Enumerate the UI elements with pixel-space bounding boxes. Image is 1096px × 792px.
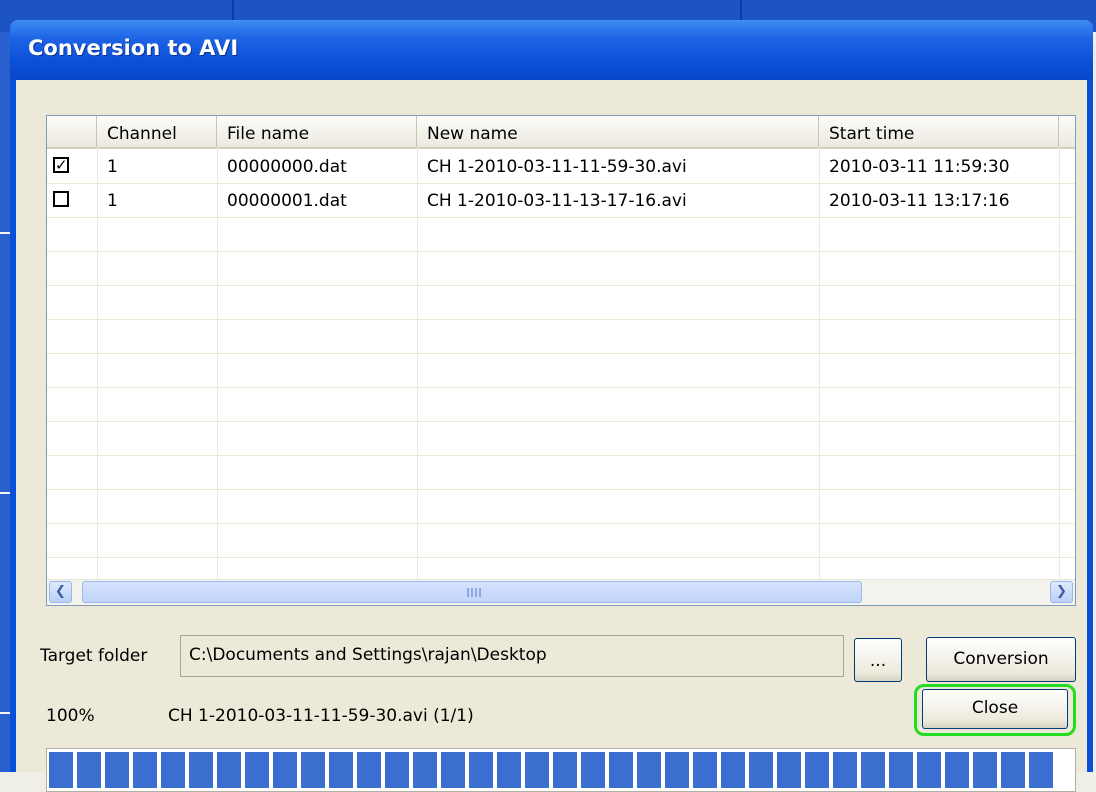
progress-block <box>777 752 801 788</box>
cell-file-name: 00000001.dat <box>227 191 347 211</box>
list-header: Channel File name New name Start time <box>47 116 1075 149</box>
progress-block <box>1029 752 1053 788</box>
progress-block <box>609 752 633 788</box>
cell-channel: 1 <box>107 191 118 211</box>
progress-bar <box>46 748 1076 792</box>
progress-percent: 100% <box>46 706 95 726</box>
progress-block <box>861 752 885 788</box>
progress-block <box>385 752 409 788</box>
progress-block <box>105 752 129 788</box>
progress-block <box>637 752 661 788</box>
progress-block <box>77 752 101 788</box>
table-row[interactable]: 1 00000001.dat CH 1-2010-03-11-13-17-16.… <box>47 183 1075 217</box>
cell-new-name: CH 1-2010-03-11-13-17-16.avi <box>427 191 687 211</box>
progress-block <box>217 752 241 788</box>
close-button[interactable]: Close <box>922 689 1068 729</box>
column-header-check[interactable] <box>47 116 97 147</box>
row-checkbox[interactable] <box>53 191 69 207</box>
chevron-left-icon[interactable]: ❮ <box>49 581 72 603</box>
progress-block <box>49 752 73 788</box>
horizontal-scrollbar[interactable]: ❮ ❯ <box>47 579 1075 605</box>
progress-file: CH 1-2010-03-11-11-59-30.avi (1/1) <box>168 706 474 726</box>
progress-block <box>833 752 857 788</box>
progress-block <box>413 752 437 788</box>
cell-start-time: 2010-03-11 11:59:30 <box>829 157 1010 177</box>
progress-block <box>245 752 269 788</box>
progress-block <box>441 752 465 788</box>
column-header-start-time[interactable]: Start time <box>819 116 1059 147</box>
title-bar[interactable]: Conversion to AVI <box>10 20 1093 80</box>
progress-block <box>273 752 297 788</box>
progress-block <box>357 752 381 788</box>
cell-new-name: CH 1-2010-03-11-11-59-30.avi <box>427 157 687 177</box>
progress-block <box>805 752 829 788</box>
table-row[interactable]: ✓ 1 00000000.dat CH 1-2010-03-11-11-59-3… <box>47 149 1075 183</box>
progress-block <box>917 752 941 788</box>
progress-block <box>553 752 577 788</box>
progress-block <box>665 752 689 788</box>
browse-button[interactable]: ... <box>854 638 902 682</box>
progress-block <box>301 752 325 788</box>
column-header-new-name[interactable]: New name <box>417 116 819 147</box>
progress-block <box>161 752 185 788</box>
progress-block <box>973 752 997 788</box>
row-checkbox[interactable]: ✓ <box>53 157 69 173</box>
cell-channel: 1 <box>107 157 118 177</box>
progress-block <box>945 752 969 788</box>
dialog-client-area: Channel File name New name Start time ✓ … <box>16 80 1087 792</box>
progress-block <box>889 752 913 788</box>
progress-block <box>525 752 549 788</box>
progress-block <box>693 752 717 788</box>
target-folder-field[interactable]: C:\Documents and Settings\rajan\Desktop <box>180 635 844 677</box>
progress-block <box>497 752 521 788</box>
conversion-button[interactable]: Conversion <box>926 637 1076 682</box>
cell-file-name: 00000000.dat <box>227 157 347 177</box>
window-title: Conversion to AVI <box>28 36 239 60</box>
progress-block <box>189 752 213 788</box>
file-list[interactable]: Channel File name New name Start time ✓ … <box>46 115 1076 606</box>
progress-block <box>721 752 745 788</box>
scrollbar-thumb[interactable] <box>82 581 862 603</box>
progress-block <box>581 752 605 788</box>
chevron-right-icon[interactable]: ❯ <box>1050 581 1073 603</box>
target-folder-label: Target folder <box>40 646 148 666</box>
progress-block <box>469 752 493 788</box>
progress-block <box>749 752 773 788</box>
conversion-dialog: Conversion to AVI Channel File name New … <box>10 20 1093 792</box>
column-header-channel[interactable]: Channel <box>97 116 217 147</box>
column-header-file-name[interactable]: File name <box>217 116 417 147</box>
progress-block <box>329 752 353 788</box>
progress-block <box>1001 752 1025 788</box>
cell-start-time: 2010-03-11 13:17:16 <box>829 191 1010 211</box>
progress-block <box>133 752 157 788</box>
